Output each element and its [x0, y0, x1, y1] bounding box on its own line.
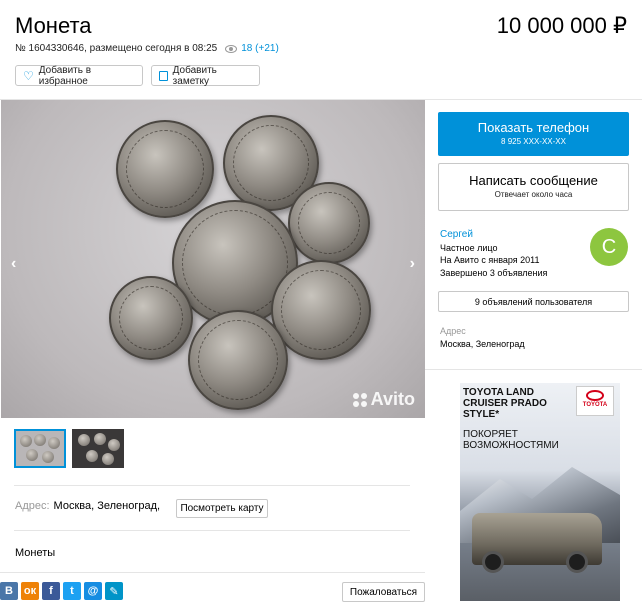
address-value: Москва, Зеленоград, — [53, 500, 161, 512]
coin-image — [188, 310, 288, 410]
car-wheel — [482, 551, 504, 573]
write-message-label: Написать сообщение — [469, 173, 598, 188]
share-buttons: Вок f t @ ✎ — [0, 582, 123, 600]
seller-ads-button[interactable]: 9 объявлений пользователя — [438, 291, 629, 312]
thumb-coin — [108, 439, 120, 451]
coin-image — [109, 276, 193, 360]
twitter-icon[interactable]: t — [63, 582, 81, 600]
avito-logo-icon — [352, 392, 367, 407]
seller-name[interactable]: Сергей — [440, 229, 547, 242]
thumb-coin — [20, 435, 32, 447]
ok-icon[interactable]: ок — [21, 582, 39, 600]
thumb-coin — [94, 433, 106, 445]
listing-title: Монета — [15, 13, 92, 38]
listing-category: Монеты — [15, 547, 56, 559]
divider — [425, 369, 642, 370]
gallery-thumbnail[interactable] — [72, 429, 124, 468]
add-to-favorites-button[interactable]: ♡ Добавить в избранное — [15, 64, 143, 87]
thumb-coin — [48, 437, 60, 449]
seller-info: Сергей Частное лицо На Авито с января 20… — [440, 229, 547, 279]
divider — [14, 485, 410, 486]
report-button[interactable]: Пожаловаться — [342, 582, 425, 602]
seller-since: На Авито с января 2011 — [440, 255, 540, 265]
toyota-advertisement[interactable]: TOYOTA LAND CRUISER PRADO STYLE* ПОКОРЯЕ… — [460, 383, 620, 601]
toyota-logo: TOYOTA — [576, 386, 614, 416]
facebook-icon[interactable]: f — [42, 582, 60, 600]
response-time: Отвечает около часа — [494, 190, 573, 199]
thumb-coin — [26, 449, 38, 461]
toyota-emblem-icon — [586, 390, 604, 401]
listing-price: 10 000 000 ₽ — [496, 13, 627, 38]
views-count[interactable]: 18 (+21) — [241, 43, 279, 54]
thumb-coin — [78, 434, 90, 446]
avito-watermark: Avito — [352, 389, 415, 410]
thumb-coin — [102, 453, 114, 465]
thumb-coin — [42, 451, 54, 463]
gallery-thumbnail[interactable] — [14, 429, 66, 468]
seller-type: Частное лицо — [440, 242, 498, 253]
thumb-coin — [34, 434, 46, 446]
avito-watermark-text: Avito — [370, 389, 415, 409]
show-phone-label: Показать телефон — [477, 120, 590, 135]
avatar[interactable]: С — [590, 228, 628, 266]
seller-address: Адрес Москва, Зеленоград — [440, 325, 525, 351]
listing-meta: № 1604330646, размещено сегодня в 08:25 … — [15, 43, 279, 54]
eye-icon — [225, 44, 238, 53]
add-note-button[interactable]: Добавить заметку — [151, 64, 260, 87]
photo-gallery[interactable]: ‹ › Avito — [1, 100, 425, 418]
livejournal-icon[interactable]: ✎ — [105, 582, 123, 600]
ad-headline: TOYOTA LAND CRUISER PRADO STYLE* — [463, 387, 547, 420]
view-map-button[interactable]: Посмотреть карту — [176, 499, 268, 518]
phone-masked: 8 925 XXX-XX-XX — [501, 137, 566, 146]
coin-image — [288, 182, 370, 264]
vk-icon[interactable]: В — [0, 582, 18, 600]
gallery-prev-arrow[interactable]: ‹ — [11, 255, 16, 273]
seller-completed: Завершено 3 объявления — [440, 267, 548, 278]
listing-number-date: № 1604330646, размещено сегодня в 08:25 — [15, 43, 218, 54]
mail-icon[interactable]: @ — [84, 582, 102, 600]
ad-tagline: ПОКОРЯЕТ ВОЗМОЖНОСТЯМИ — [463, 429, 559, 451]
toyota-logo-text: TOYOTA — [582, 402, 608, 408]
thumb-coin — [86, 450, 98, 462]
address-row: Адрес: Москва, Зеленоград, — [15, 500, 160, 512]
write-message-button[interactable]: Написать сообщение Отвечает около часа — [438, 163, 629, 211]
heart-icon: ♡ — [23, 68, 34, 83]
note-icon — [159, 70, 168, 81]
add-to-favorites-label: Добавить в избранное — [38, 64, 92, 87]
divider — [0, 572, 425, 573]
coin-image — [116, 120, 214, 218]
seller-address-value: Москва, Зеленоград — [440, 339, 525, 349]
gallery-next-arrow[interactable]: › — [410, 255, 415, 273]
car-wheel — [566, 551, 588, 573]
show-phone-button[interactable]: Показать телефон 8 925 XXX-XX-XX — [438, 112, 629, 156]
divider — [14, 530, 410, 531]
address-label: Адрес: — [15, 500, 50, 512]
add-note-label: Добавить заметку — [172, 64, 217, 87]
seller-address-label: Адрес — [440, 326, 466, 336]
